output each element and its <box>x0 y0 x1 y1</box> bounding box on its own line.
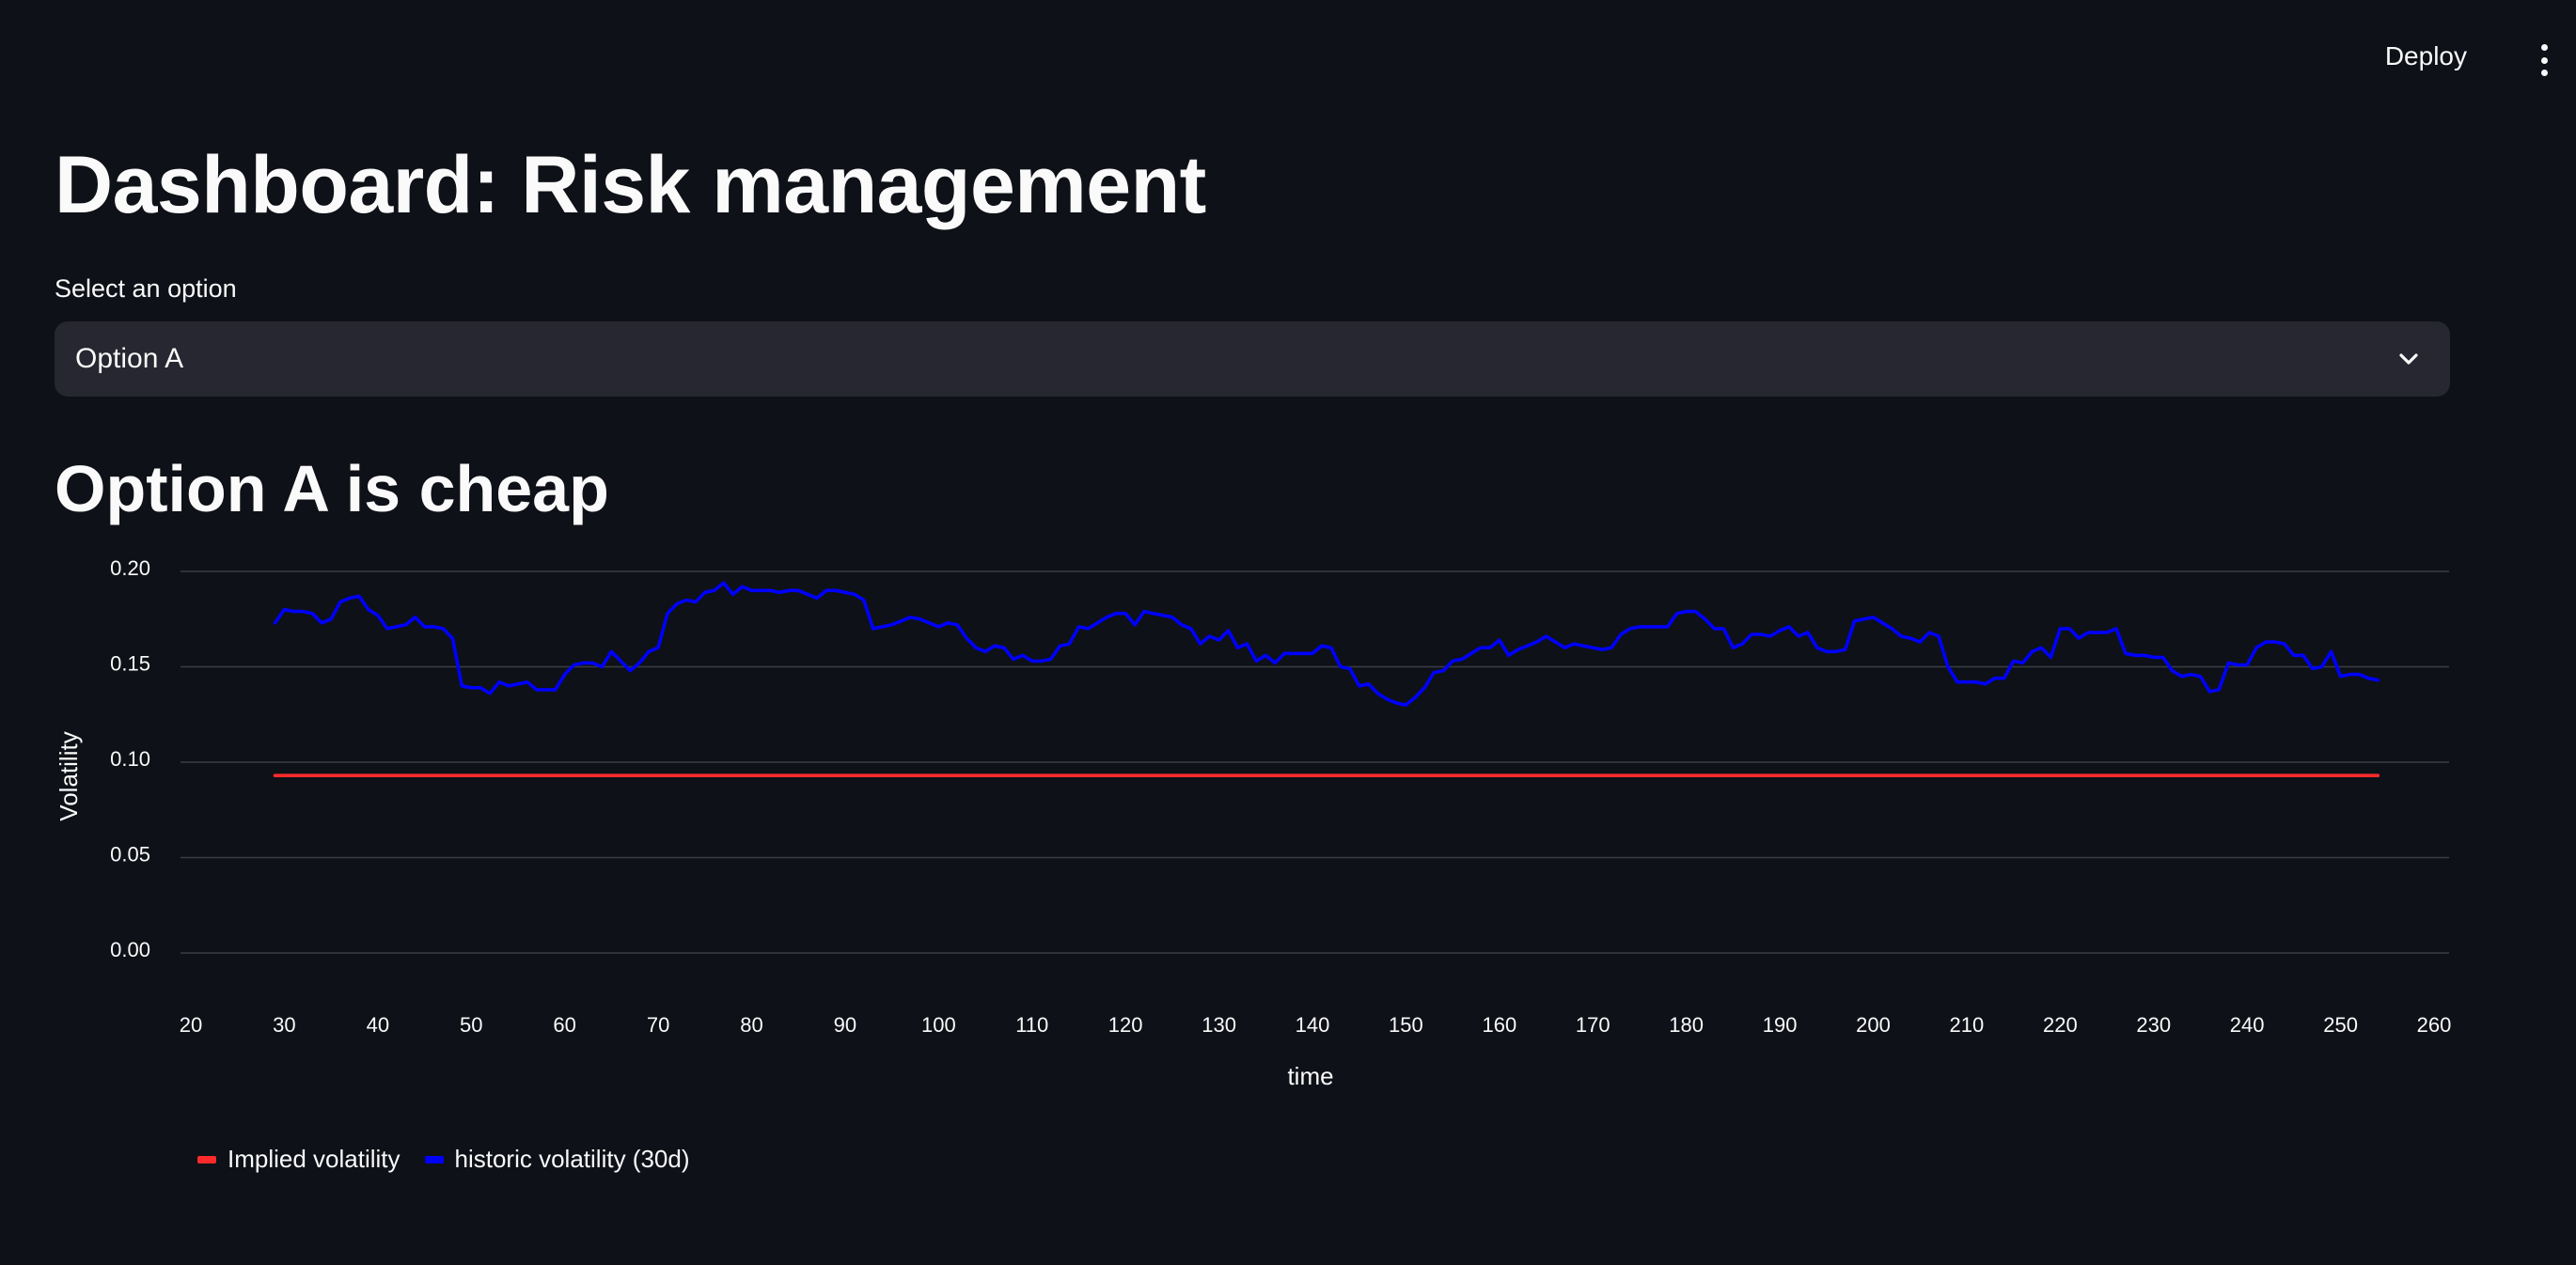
menu-dot <box>2540 44 2548 51</box>
chart-legend: Implied volatility historic volatility (3… <box>197 1145 715 1174</box>
x-tick-label: 30 <box>273 1013 295 1037</box>
result-heading: Option A is cheap <box>55 452 609 525</box>
x-tick-label: 160 <box>1482 1013 1516 1037</box>
app-header: Deploy <box>0 0 2576 113</box>
y-tick-label: 0.00 <box>110 938 150 961</box>
x-tick-label: 130 <box>1202 1013 1236 1037</box>
option-select[interactable]: Option A <box>55 321 2450 397</box>
legend-swatch <box>424 1155 444 1163</box>
page-title: Dashboard: Risk management <box>55 140 1206 230</box>
legend-item[interactable]: historic volatility (30d) <box>424 1145 690 1174</box>
x-tick-label: 20 <box>180 1013 202 1037</box>
volatility-chart: 0.00 0.05 0.10 0.15 0.20 20 30 40 50 60 70 80 90 100 1… <box>0 545 2576 1222</box>
menu-dot <box>2540 70 2548 76</box>
x-tick-label: 100 <box>921 1013 956 1037</box>
x-tick-label: 40 <box>367 1013 389 1037</box>
x-tick-label: 170 <box>1576 1013 1610 1037</box>
x-tick-label: 70 <box>647 1013 669 1037</box>
x-axis-title: time <box>1287 1062 1333 1090</box>
x-tick-label: 250 <box>2323 1013 2358 1037</box>
x-tick-label: 60 <box>553 1013 575 1037</box>
x-tick-label: 190 <box>1763 1013 1798 1037</box>
y-axis-title: Volatility <box>55 731 83 820</box>
legend-item[interactable]: Implied volatility <box>197 1145 401 1174</box>
chart-svg: 0.00 0.05 0.10 0.15 0.20 20 30 40 50 60 70 80 90 100 1… <box>55 556 2452 1090</box>
x-tick-label: 80 <box>740 1013 762 1037</box>
x-tick-label: 180 <box>1669 1013 1704 1037</box>
y-tick-label: 0.10 <box>110 747 150 771</box>
select-label: Select an option <box>55 274 237 303</box>
x-tick-label: 150 <box>1389 1013 1423 1037</box>
deploy-button[interactable]: Deploy <box>2385 41 2467 71</box>
x-tick-label: 110 <box>1015 1013 1048 1037</box>
x-tick-label: 240 <box>2230 1013 2265 1037</box>
x-tick-label: 50 <box>460 1013 482 1037</box>
x-tick-label: 260 <box>2417 1013 2452 1037</box>
legend-swatch <box>197 1155 216 1163</box>
more-vertical-icon[interactable] <box>2531 41 2557 79</box>
y-tick-label: 0.05 <box>110 843 150 867</box>
select-value: Option A <box>75 343 184 374</box>
y-tick-label: 0.20 <box>110 556 150 580</box>
y-tick-label: 0.15 <box>110 652 150 676</box>
x-tick-label: 210 <box>1950 1013 1985 1037</box>
chevron-down-icon <box>2399 353 2418 365</box>
x-tick-label: 90 <box>834 1013 856 1037</box>
x-tick-label: 220 <box>2043 1013 2078 1037</box>
x-tick-label: 230 <box>2136 1013 2171 1037</box>
x-tick-label: 120 <box>1108 1013 1143 1037</box>
legend-label: Implied volatility <box>228 1145 401 1173</box>
legend-label: historic volatility (30d) <box>454 1145 690 1173</box>
x-tick-label: 200 <box>1856 1013 1891 1037</box>
x-tick-label: 140 <box>1296 1013 1330 1037</box>
app-root: Deploy Dashboard: Risk management Select… <box>0 0 2576 1265</box>
historic-volatility-line <box>273 581 2380 707</box>
menu-dot <box>2540 56 2548 64</box>
